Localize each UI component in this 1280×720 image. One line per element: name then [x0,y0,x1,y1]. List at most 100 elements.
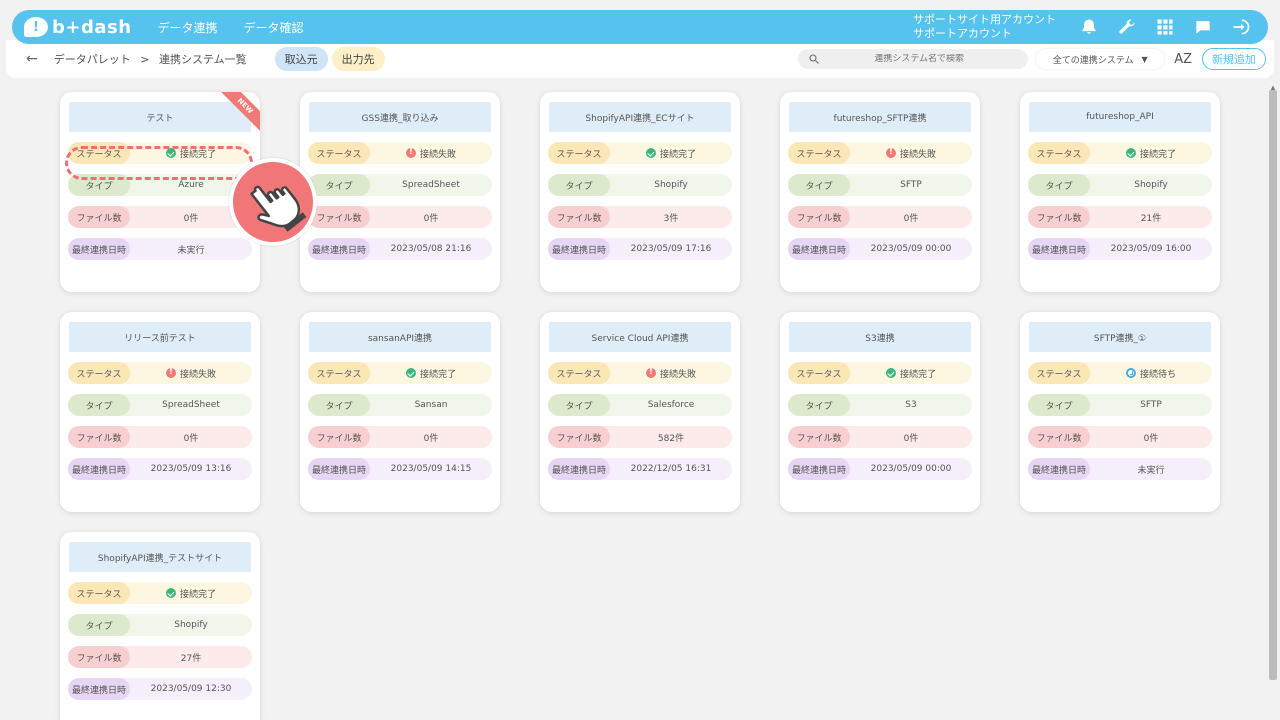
account-info[interactable]: サポートサイト用アカウント サポートアカウント [913,13,1056,41]
last-sync-label: 最終連携日時 [68,238,130,260]
files-label: ファイル数 [68,646,130,668]
type-value: Shopify [1134,180,1168,190]
files-value: 21件 [1140,213,1162,224]
files-row: ファイル数 21件 [1028,206,1212,228]
card-title: futureshop_SFTP連携 [789,102,971,132]
system-filter-select[interactable]: 全ての連携システム ▼ [1036,49,1165,69]
status-text: 接続完了 [179,149,216,160]
logout-icon[interactable] [1230,16,1252,38]
status-row: ステータス 接続失敗 [788,142,972,164]
status-row: ステータス 接続失敗 [548,362,732,384]
files-row: ファイル数 0件 [68,206,252,228]
status-value: 接続完了 [130,147,252,160]
system-card[interactable]: ShopifyAPI連携_ECサイト ステータス 接続完了 タイプ Shopify ファイ… [540,92,740,292]
last-sync-row: 最終連携日時 2023/05/09 00:00 [788,458,972,480]
account-site: サポートサイト用アカウント [913,13,1056,26]
status-value: 接続失敗 [850,147,972,160]
files-value: 27件 [180,653,202,664]
nav-data-link[interactable]: データ連携 [158,19,218,36]
last-sync-label: 最終連携日時 [68,458,130,480]
status-label: ステータス [68,142,130,164]
logo-text: b+dash [52,16,132,38]
status-text: 接続失敗 [659,369,696,380]
system-card[interactable]: リリース前テストステータス 接続失敗タイプ SpreadSheet ファイル数 0件最終… [60,312,260,512]
scrollbar[interactable]: ▲ [1268,84,1278,720]
status-row: ステータス 接続完了 [68,142,252,164]
status-value: 接続完了 [130,587,252,600]
status-value: 接続失敗 [370,147,492,160]
system-card[interactable]: NEW テスト ステータス 接続完了 タイプ Azure ファイル数 0件 最終連携日時 未実行 [60,92,260,292]
status-ok-icon [165,148,176,158]
type-value: SpreadSheet [162,400,220,410]
last-sync-value: 2023/05/09 00:00 [870,244,952,254]
status-text: 接続完了 [1139,149,1176,160]
last-sync-label: 最終連携日時 [548,458,610,480]
system-card[interactable]: futureshop_API ステータス 接続完了 タイプ Shopify ファイル数 21… [1020,92,1220,292]
type-row: タイプ S3 [788,394,972,416]
files-row: ファイル数 3件 [548,206,732,228]
status-row: ステータス 接続完了 [308,362,492,384]
tab-import[interactable]: 取込元 [274,47,328,71]
wrench-icon[interactable] [1116,16,1138,38]
type-value: Azure [178,180,204,190]
add-new-button[interactable]: 新規追加 [1202,48,1266,70]
type-value: SFTP [1140,400,1162,410]
tab-export[interactable]: 出力先 [331,47,385,71]
chat-icon[interactable] [1192,16,1214,38]
status-ok-icon [405,368,416,378]
files-row: ファイル数 582件 [548,426,732,448]
status-text: 接続完了 [659,149,696,160]
sort-az-icon[interactable]: AZ [1174,52,1192,67]
card-title: GSS連携_取り込み [309,102,491,132]
back-arrow-icon[interactable]: ← [26,51,38,67]
grid-icon[interactable] [1154,16,1176,38]
status-row: ステータス 接続失敗 [68,362,252,384]
last-sync-row: 最終連携日時 2023/05/08 21:16 [308,238,492,260]
type-value: SFTP [900,180,922,190]
logo-mark: ! [24,17,48,37]
type-row: タイプ Shopify [1028,174,1212,196]
type-row: タイプ Shopify [68,614,252,636]
files-label: ファイル数 [788,426,850,448]
files-label: ファイル数 [548,426,610,448]
system-card[interactable]: ShopifyAPI連携_テストサイト ステータス 接続完了 タイプ Shopify ファ… [60,532,260,720]
status-ok-icon [885,368,896,378]
last-sync-value: 未実行 [177,245,205,256]
search-input[interactable] [820,54,1019,64]
last-sync-row: 最終連携日時 2023/05/09 17:16 [548,238,732,260]
type-row: タイプ SFTP [788,174,972,196]
system-card[interactable]: futureshop_SFTP連携ステータス 接続失敗タイプ SFTP ファイル数 0件… [780,92,980,292]
breadcrumb-root[interactable]: データパレット [54,53,131,66]
type-label: タイプ [548,394,610,416]
system-card[interactable]: sansanAPI連携 ステータス 接続完了 タイプ Sansan ファイル数 0件 最終連携… [300,312,500,512]
files-label: ファイル数 [548,206,610,228]
last-sync-label: 最終連携日時 [788,458,850,480]
system-card[interactable]: Service Cloud API連携ステータス 接続失敗タイプ Salesforc… [540,312,740,512]
bell-icon[interactable] [1078,16,1100,38]
status-value: 接続失敗 [130,367,252,380]
last-sync-label: 最終連携日時 [548,238,610,260]
system-card[interactable]: SFTP連携_① ステータス 接続待ち タイプ SFTP ファイル数 0件 最終連携日時 未実行 [1020,312,1220,512]
status-label: ステータス [548,142,610,164]
status-label: ステータス [1028,362,1090,384]
type-label: タイプ [1028,394,1090,416]
last-sync-label: 最終連携日時 [1028,238,1090,260]
scrollbar-thumb[interactable] [1269,90,1277,680]
files-row: ファイル数 0件 [1028,426,1212,448]
files-value: 582件 [657,433,685,444]
last-sync-value: 2023/05/08 21:16 [390,244,472,254]
card-title: sansanAPI連携 [309,322,491,352]
type-row: タイプ Salesforce [548,394,732,416]
type-label: タイプ [68,394,130,416]
system-card[interactable]: GSS連携_取り込みステータス 接続失敗タイプ SpreadSheet ファイル数 0件… [300,92,500,292]
last-sync-row: 最終連携日時 2023/05/09 14:15 [308,458,492,480]
logo[interactable]: ! b+dash [24,17,132,38]
nav-data-check[interactable]: データ確認 [244,19,304,36]
files-value: 0件 [183,213,199,224]
type-label: タイプ [548,174,610,196]
type-label: タイプ [68,614,130,636]
status-label: ステータス [788,142,850,164]
system-card[interactable]: S3連携 ステータス 接続完了 タイプ S3 ファイル数 0件 最終連携日時 2023/05/0… [780,312,980,512]
sub-toolbar: ← データパレット > 連携システム一覧 取込元 出力先 全ての連携システム ▼… [6,40,1274,78]
type-value: Shopify [654,180,688,190]
